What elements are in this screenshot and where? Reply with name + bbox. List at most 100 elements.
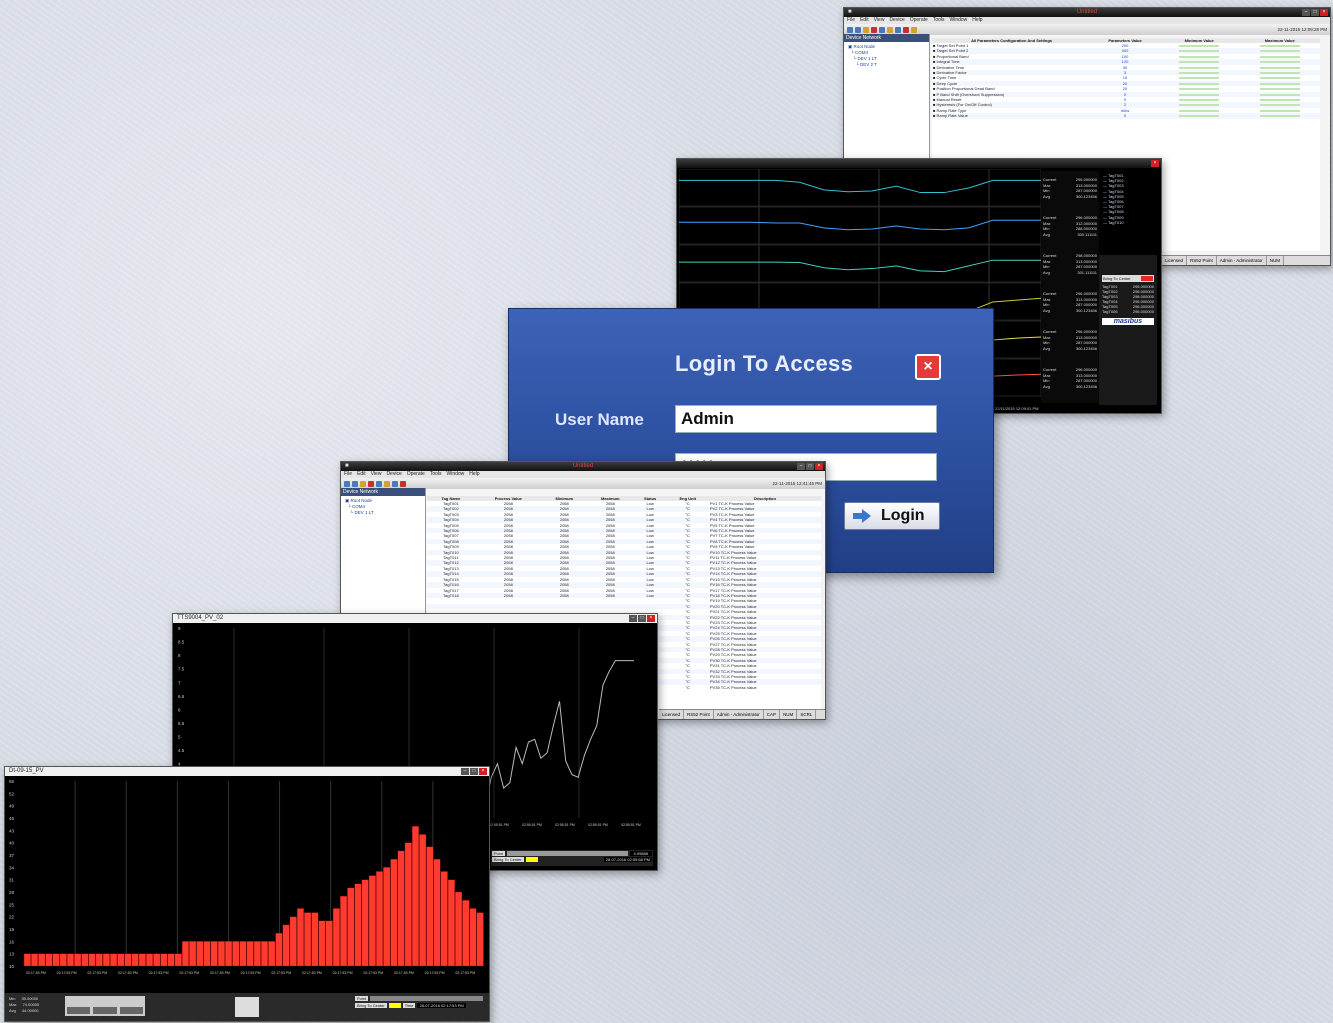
menu-item-device[interactable]: Device [889, 17, 904, 24]
x-tick-label: 02:55:51 PM [555, 823, 575, 827]
info-icon[interactable] [895, 26, 901, 33]
bar [131, 953, 139, 967]
menu-item-view[interactable]: View [371, 471, 382, 478]
maximize-button[interactable]: □ [1311, 9, 1319, 16]
y-tick-label: 37 [9, 853, 15, 858]
save-icon[interactable] [855, 26, 861, 33]
close-button[interactable]: × [915, 354, 941, 380]
y-tick-label: 5.5 [178, 721, 185, 726]
table-row[interactable]: ■ Position Proportional Dead Band 20 [932, 86, 1320, 91]
y-tick-label: 7 [178, 680, 181, 685]
edit-icon[interactable] [368, 480, 374, 487]
close-button[interactable]: × [647, 615, 655, 622]
close-button[interactable]: × [815, 463, 823, 470]
bar [110, 953, 118, 967]
menu-item-file[interactable]: File [344, 471, 352, 478]
x-tick-label: 02:17:53 PM [394, 971, 414, 975]
save-icon[interactable] [352, 480, 358, 487]
minimize-button[interactable]: – [1302, 9, 1310, 16]
print-icon[interactable] [887, 26, 893, 33]
table-row[interactable]: ■ Ramp Rate Value 0 [932, 113, 1320, 119]
folder-icon[interactable] [376, 480, 382, 487]
line-trend-footer: Point 4.99888 Bring To Center 28-07-2016… [491, 850, 653, 866]
bring-to-center-button[interactable]: Bring To Center [355, 1003, 387, 1008]
stat-label: Avg [1043, 193, 1050, 199]
table-cell: °C [685, 684, 690, 690]
minimize-button[interactable]: – [461, 768, 469, 775]
param-value[interactable]: 0 [1091, 113, 1159, 119]
x-tick-label: 02:17:53 PM [302, 971, 322, 975]
close-button[interactable]: × [1151, 160, 1159, 167]
bar-chart-window: Dt-09-15_PV – □ × 55 52 49 46 43 40 37 34 31 28 25 22… [4, 766, 490, 1022]
menu-item-file[interactable]: File [847, 17, 855, 24]
menu-item-edit[interactable]: Edit [860, 17, 869, 24]
stat-value: 300.123456 [1075, 383, 1097, 389]
x-tick-label: 02:17:53 PM [333, 971, 353, 975]
print-icon[interactable] [384, 480, 390, 487]
bar [304, 912, 312, 967]
menu-item-operate[interactable]: Operate [407, 471, 425, 478]
maximize-button[interactable]: □ [638, 615, 646, 622]
bar [383, 867, 391, 967]
close-button[interactable]: × [1320, 9, 1328, 16]
stop-icon[interactable] [903, 26, 909, 33]
play-button[interactable] [93, 1007, 117, 1014]
refresh-icon[interactable] [911, 26, 917, 33]
x-tick-label: 02:17:53 PM [26, 971, 46, 975]
menu-item-tools[interactable]: Tools [430, 471, 442, 478]
bring-to-center-button[interactable]: Bring To Center [1102, 275, 1154, 282]
bring-to-center-button[interactable]: Bring To Center [492, 857, 524, 862]
tree-node[interactable]: └ DEV 2 T [848, 62, 925, 68]
bar-chart-footer: Min 35.00000 Max 74.00000 Avg 44.00000 Point … [5, 993, 489, 1021]
tree-node[interactable]: └ DEV 1 LT [345, 510, 421, 516]
trend-band [679, 244, 1041, 283]
menu-item-window[interactable]: Window [447, 471, 465, 478]
x-tick-label: 02:17:53 PM [271, 971, 291, 975]
menu-item-window[interactable]: Window [950, 17, 968, 24]
maximize-button[interactable]: □ [806, 463, 814, 470]
menu-item-view[interactable]: View [874, 17, 885, 24]
line-trend-title: TTS9004_PV_02 [177, 615, 224, 621]
bar [404, 842, 412, 967]
close-button[interactable]: × [479, 768, 487, 775]
bar [268, 941, 276, 967]
bar [117, 953, 125, 967]
time-label: Time [402, 1003, 416, 1008]
username-input[interactable] [675, 405, 937, 433]
menu-item-help[interactable]: Help [972, 17, 982, 24]
bar [419, 834, 427, 967]
bar [66, 953, 74, 967]
menu-item-edit[interactable]: Edit [357, 471, 366, 478]
chart-icon[interactable] [360, 480, 366, 487]
prev-button[interactable] [67, 1007, 91, 1014]
tag-legend-item[interactable]: — TagT010 [1103, 220, 1155, 225]
menu-item-tools[interactable]: Tools [933, 17, 945, 24]
menu-item-help[interactable]: Help [469, 471, 479, 478]
trend-stat-block: Current 295.000000 Max 313.000000 Min 287.000… [1041, 171, 1099, 209]
menu-item-operate[interactable]: Operate [910, 17, 928, 24]
y-tick-label: 49 [9, 804, 15, 809]
bar [52, 953, 60, 967]
menu-item-device[interactable]: Device [386, 471, 401, 478]
maximize-button[interactable]: □ [470, 768, 478, 775]
y-tick-label: 13 [9, 952, 15, 957]
minimize-button[interactable]: – [629, 615, 637, 622]
zoom-icon[interactable] [235, 997, 259, 1017]
open-icon[interactable] [344, 480, 350, 487]
stat-value: 300.123456 [1075, 193, 1097, 199]
bar [440, 871, 448, 967]
table-menubar: File Edit View Device Operate Tools Window Help [341, 471, 825, 478]
chart-icon[interactable] [863, 26, 869, 33]
folder-icon[interactable] [879, 26, 885, 33]
minimize-button[interactable]: – [797, 463, 805, 470]
open-icon[interactable] [847, 26, 853, 33]
stop-icon[interactable] [400, 480, 406, 487]
bar [261, 941, 269, 967]
next-button[interactable] [119, 1007, 143, 1014]
bar [95, 953, 103, 967]
login-button[interactable]: Login [844, 502, 940, 530]
status-item: Licensed [1162, 256, 1188, 265]
bar [160, 953, 168, 967]
edit-icon[interactable] [871, 26, 877, 33]
info-icon[interactable] [392, 480, 398, 487]
